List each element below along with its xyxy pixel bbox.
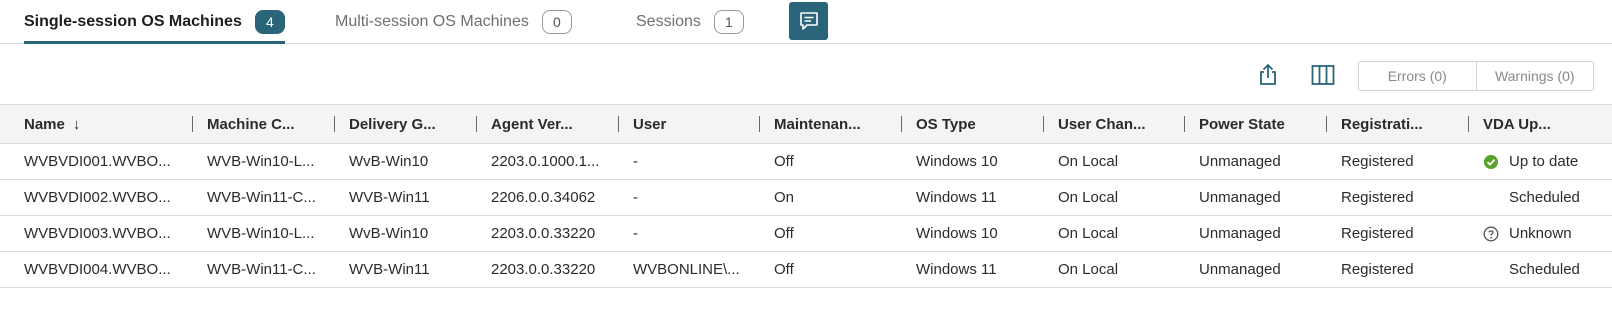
column-header-label: User Chan...: [1058, 115, 1146, 133]
column-header-user-changes[interactable]: User Chan...: [1044, 104, 1185, 144]
errors-filter-button[interactable]: Errors (0): [1359, 62, 1476, 90]
cell-maintenance: Off: [760, 215, 902, 252]
column-header-label: VDA Up...: [1483, 115, 1551, 133]
cell-registration: Registered: [1327, 215, 1469, 252]
columns-icon: [1311, 65, 1335, 85]
cell-vda-upgrade: Scheduled: [1469, 251, 1612, 288]
cell-os-type: Windows 11: [902, 179, 1044, 216]
cell-user: -: [619, 179, 760, 216]
tab-label: Multi-session OS Machines: [335, 13, 529, 30]
cell-agent-version: 2206.0.0.34062: [477, 179, 619, 216]
columns-button[interactable]: [1308, 60, 1338, 90]
column-header-label: Power State: [1199, 115, 1285, 133]
tab-count-badge: 4: [254, 10, 285, 34]
tab-multi-session[interactable]: Multi-session OS Machines 0: [335, 0, 572, 44]
cell-power-state: Unmanaged: [1185, 143, 1327, 180]
export-icon: [1260, 63, 1276, 85]
export-button[interactable]: [1253, 60, 1283, 90]
cell-user: -: [619, 215, 760, 252]
cell-user: WVBONLINE\...: [619, 251, 760, 288]
cell-maintenance: Off: [760, 143, 902, 180]
cell-machine-catalog: WVB-Win11-C...: [193, 179, 335, 216]
cell-name[interactable]: WVBVDI001.WVBO...: [0, 143, 193, 180]
cell-power-state: Unmanaged: [1185, 179, 1327, 216]
table-row[interactable]: WVBVDI002.WVBO... WVB-Win11-C... WVB-Win…: [0, 179, 1612, 216]
cell-user-changes: On Local: [1044, 179, 1185, 216]
column-header-vda-upgrade[interactable]: VDA Up...: [1469, 104, 1612, 144]
cell-maintenance: Off: [760, 251, 902, 288]
tab-label: Sessions: [636, 13, 701, 30]
column-header-label: Delivery G...: [349, 115, 436, 133]
table-header-row: Name ↓ Machine C... Delivery G... Agent V…: [0, 104, 1612, 144]
cell-user-changes: On Local: [1044, 251, 1185, 288]
chat-button[interactable]: [789, 2, 828, 40]
cell-os-type: Windows 11: [902, 251, 1044, 288]
tab-count-badge: 0: [541, 10, 572, 34]
cell-os-type: Windows 10: [902, 215, 1044, 252]
cell-name[interactable]: WVBVDI004.WVBO...: [0, 251, 193, 288]
tab-sessions[interactable]: Sessions 1: [636, 0, 744, 44]
column-header-label: Name: [24, 115, 65, 133]
alert-filter-group: Errors (0) Warnings (0): [1358, 61, 1594, 91]
cell-vda-upgrade: Up to date: [1469, 143, 1612, 180]
check-icon: [1483, 154, 1499, 170]
cell-os-type: Windows 10: [902, 143, 1044, 180]
cell-delivery-group: WVB-Win11: [335, 251, 477, 288]
cell-delivery-group: WvB-Win10: [335, 215, 477, 252]
column-header-label: OS Type: [916, 115, 976, 133]
cell-user: -: [619, 143, 760, 180]
warnings-filter-button[interactable]: Warnings (0): [1475, 62, 1594, 90]
cell-registration: Registered: [1327, 179, 1469, 216]
tab-label: Single-session OS Machines: [24, 13, 242, 30]
table-row[interactable]: WVBVDI004.WVBO... WVB-Win11-C... WVB-Win…: [0, 251, 1612, 288]
table-row[interactable]: WVBVDI001.WVBO... WVB-Win10-L... WvB-Win…: [0, 143, 1612, 180]
cell-user-changes: On Local: [1044, 143, 1185, 180]
cell-delivery-group: WvB-Win10: [335, 143, 477, 180]
sort-descending-icon[interactable]: ↓: [73, 116, 81, 133]
vda-status-text: Scheduled: [1509, 261, 1580, 278]
column-header-user[interactable]: User: [619, 104, 760, 144]
column-header-name[interactable]: Name ↓: [0, 104, 193, 144]
tab-single-session[interactable]: Single-session OS Machines 4: [24, 0, 285, 44]
chat-icon: [799, 12, 818, 30]
cell-vda-upgrade: Unknown: [1469, 215, 1612, 252]
machines-table: Name ↓ Machine C... Delivery G... Agent V…: [0, 104, 1612, 288]
cell-registration: Registered: [1327, 143, 1469, 180]
cell-agent-version: 2203.0.0.33220: [477, 251, 619, 288]
column-header-machine-catalog[interactable]: Machine C...: [193, 104, 335, 144]
column-header-registration[interactable]: Registrati...: [1327, 104, 1469, 144]
column-header-label: Registrati...: [1341, 115, 1423, 133]
vda-status-text: Scheduled: [1509, 189, 1580, 206]
column-header-maintenance[interactable]: Maintenan...: [760, 104, 902, 144]
column-header-label: User: [633, 115, 667, 133]
cell-name[interactable]: WVBVDI003.WVBO...: [0, 215, 193, 252]
column-header-label: Maintenan...: [774, 115, 861, 133]
column-header-agent-version[interactable]: Agent Ver...: [477, 104, 619, 144]
table-row[interactable]: WVBVDI003.WVBO... WVB-Win10-L... WvB-Win…: [0, 215, 1612, 252]
cell-vda-upgrade: Scheduled: [1469, 179, 1612, 216]
tab-count-badge: 1: [713, 10, 744, 34]
cell-maintenance: On: [760, 179, 902, 216]
vda-status-text: Up to date: [1509, 153, 1579, 170]
cell-user-changes: On Local: [1044, 215, 1185, 252]
question-icon: [1483, 226, 1499, 242]
cell-power-state: Unmanaged: [1185, 215, 1327, 252]
column-header-delivery-group[interactable]: Delivery G...: [335, 104, 477, 144]
cell-agent-version: 2203.0.0.33220: [477, 215, 619, 252]
cell-name[interactable]: WVBVDI002.WVBO...: [0, 179, 193, 216]
cell-agent-version: 2203.0.1000.1...: [477, 143, 619, 180]
cell-machine-catalog: WVB-Win11-C...: [193, 251, 335, 288]
cell-machine-catalog: WVB-Win10-L...: [193, 143, 335, 180]
column-header-label: Agent Ver...: [491, 115, 573, 133]
cell-registration: Registered: [1327, 251, 1469, 288]
column-header-power-state[interactable]: Power State: [1185, 104, 1327, 144]
column-header-os-type[interactable]: OS Type: [902, 104, 1044, 144]
vda-status-text: Unknown: [1509, 225, 1572, 242]
cell-power-state: Unmanaged: [1185, 251, 1327, 288]
column-header-label: Machine C...: [207, 115, 295, 133]
cell-delivery-group: WVB-Win11: [335, 179, 477, 216]
cell-machine-catalog: WVB-Win10-L...: [193, 215, 335, 252]
